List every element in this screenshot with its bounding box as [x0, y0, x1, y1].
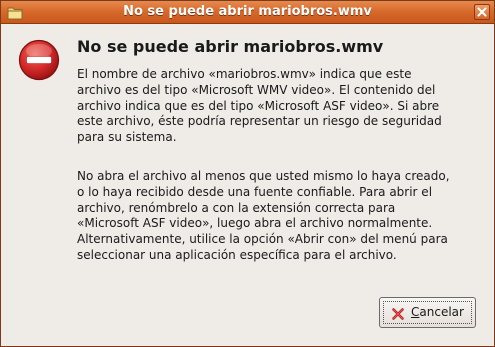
message-line: seleccionar una aplicación específica pa… — [77, 247, 397, 262]
close-button[interactable] — [474, 4, 490, 20]
dialog-window: No se puede abrir mariobros.wmv No se pu… — [0, 0, 495, 347]
titlebar[interactable]: No se puede abrir mariobros.wmv — [1, 1, 494, 24]
dialog-heading: No se puede abrir mariobros.wmv — [77, 37, 384, 56]
message-line: o lo haya recibido desde una fuente conf… — [77, 184, 433, 199]
dialog-message-paragraph-1: El nombre de archivo «mariobros.wmv» ind… — [77, 67, 477, 146]
message-line: archivo indica que es del tipo «Microsof… — [77, 98, 440, 113]
message-line: Alternativamente, utilice la opción «Abr… — [77, 232, 448, 247]
cancel-label-rest: ancelar — [419, 305, 464, 319]
cancel-button-label: Cancelar — [411, 305, 464, 319]
folder-icon — [7, 5, 23, 20]
error-icon — [18, 39, 60, 81]
dialog-message-paragraph-2: No abra el archivo al menos que usted mi… — [77, 169, 477, 264]
message-line: archivo, renómbrelo a con la extensión c… — [77, 200, 396, 215]
message-line: No abra el archivo al menos que usted mi… — [77, 169, 450, 183]
message-line: «Microsoft ASF video», luego abra el arc… — [77, 216, 433, 231]
cancel-button[interactable]: Cancelar — [379, 297, 476, 328]
message-line: archivo es del tipo «Microsoft WMV video… — [77, 82, 436, 97]
message-line: este archivo, éste podría representar un… — [77, 114, 442, 129]
close-icon — [477, 7, 487, 17]
message-line: El nombre de archivo «mariobros.wmv» ind… — [77, 67, 412, 81]
window-title: No se puede abrir mariobros.wmv — [123, 4, 372, 19]
message-line: para su sistema. — [77, 130, 177, 145]
cancel-x-icon — [391, 306, 405, 320]
